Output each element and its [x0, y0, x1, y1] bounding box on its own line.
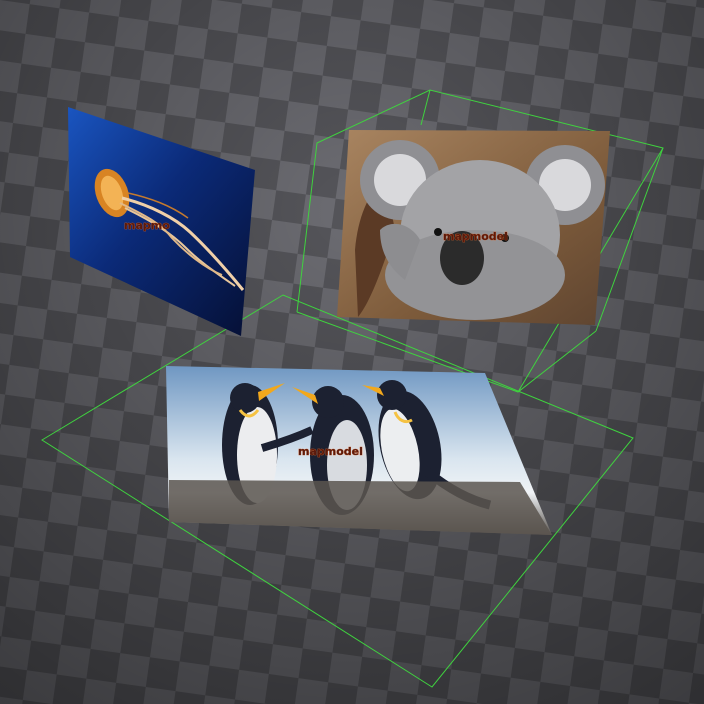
penguins-label: mapmodel: [298, 445, 363, 458]
3d-viewport[interactable]: mapmo mapmodel mapmodel: [0, 0, 704, 704]
scene-canvas[interactable]: mapmo mapmodel mapmodel: [0, 0, 704, 704]
jellyfish-label: mapmo: [124, 219, 170, 232]
koala-label: mapmodel: [443, 230, 508, 243]
checker-floor: [0, 0, 704, 704]
